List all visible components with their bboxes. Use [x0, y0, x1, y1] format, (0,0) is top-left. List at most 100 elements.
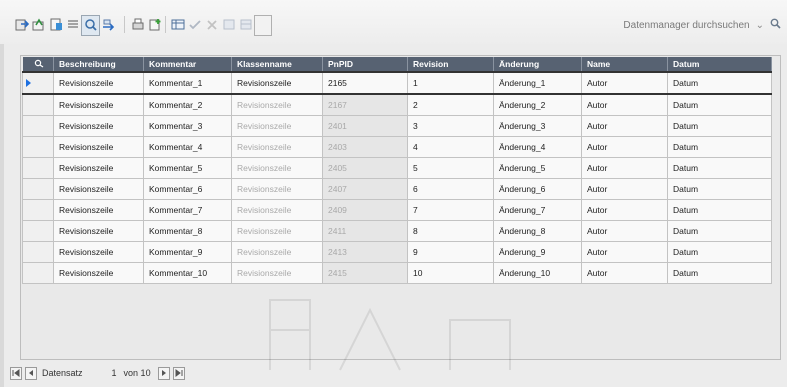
cell-kommentar[interactable]: Kommentar_2 — [143, 93, 232, 116]
cell-aenderung[interactable]: Änderung_10 — [493, 262, 582, 284]
last-record-button[interactable] — [172, 366, 185, 380]
cell-datum[interactable]: Datum — [667, 115, 772, 137]
cell-revision[interactable]: 6 — [407, 178, 494, 200]
cell-kommentar[interactable]: Kommentar_9 — [143, 241, 232, 263]
cell-pnpid[interactable]: 2405 — [322, 157, 408, 179]
cell-aenderung[interactable]: Änderung_8 — [493, 220, 582, 242]
search-input[interactable]: Datenmanager durchsuchen — [623, 20, 749, 31]
cell-datum[interactable]: Datum — [667, 136, 772, 158]
column-header[interactable]: Revision — [407, 57, 494, 72]
cell-kommentar[interactable]: Kommentar_6 — [143, 178, 232, 200]
list-icon[interactable] — [65, 17, 80, 32]
cell-name[interactable]: Autor — [581, 71, 668, 95]
row-selector-header[interactable] — [22, 57, 54, 72]
new-icon[interactable] — [147, 17, 162, 32]
table-row[interactable]: Revisionszeile Kommentar_5 Revisionszeile 2… — [22, 157, 772, 179]
cell-revision[interactable]: 9 — [407, 241, 494, 263]
cell-beschreibung[interactable]: Revisionszeile — [53, 71, 144, 95]
cell-klassenname[interactable]: Revisionszeile — [231, 262, 323, 284]
table-row[interactable]: Revisionszeile Kommentar_4 Revisionszeile 2… — [22, 136, 772, 158]
row-selector[interactable] — [22, 199, 54, 221]
cell-pnpid[interactable]: 2415 — [322, 262, 408, 284]
column-header[interactable]: Klassenname — [231, 57, 323, 72]
cell-revision[interactable]: 2 — [407, 93, 494, 116]
column-header[interactable]: PnPID — [322, 57, 408, 72]
cell-beschreibung[interactable]: Revisionszeile — [53, 199, 144, 221]
table-row[interactable]: Revisionszeile Kommentar_10 Revisionszeile… — [22, 262, 772, 284]
cell-klassenname[interactable]: Revisionszeile — [231, 71, 323, 95]
cell-aenderung[interactable]: Änderung_7 — [493, 199, 582, 221]
column-header[interactable]: Name — [581, 57, 668, 72]
cell-pnpid[interactable]: 2411 — [322, 220, 408, 242]
table-row[interactable]: Revisionszeile Kommentar_3 Revisionszeile 2… — [22, 115, 772, 137]
cell-datum[interactable]: Datum — [667, 220, 772, 242]
column-header[interactable]: Kommentar — [143, 57, 232, 72]
cell-kommentar[interactable]: Kommentar_3 — [143, 115, 232, 137]
cell-datum[interactable]: Datum — [667, 241, 772, 263]
cell-pnpid[interactable]: 2413 — [322, 241, 408, 263]
row-selector[interactable] — [22, 262, 54, 284]
cell-name[interactable]: Autor — [581, 199, 668, 221]
print-icon[interactable] — [130, 17, 145, 32]
cell-aenderung[interactable]: Änderung_6 — [493, 178, 582, 200]
cell-name[interactable]: Autor — [581, 136, 668, 158]
cell-kommentar[interactable]: Kommentar_8 — [143, 220, 232, 242]
check-icon[interactable] — [187, 17, 202, 32]
update-icon[interactable] — [100, 17, 115, 32]
column-header[interactable]: Änderung — [493, 57, 582, 72]
cell-klassenname[interactable]: Revisionszeile — [231, 136, 323, 158]
layout-icon[interactable] — [238, 17, 253, 32]
cell-kommentar[interactable]: Kommentar_5 — [143, 157, 232, 179]
cell-datum[interactable]: Datum — [667, 199, 772, 221]
current-record-field[interactable]: 1 — [112, 368, 117, 378]
cell-beschreibung[interactable]: Revisionszeile — [53, 115, 144, 137]
cell-revision[interactable]: 1 — [407, 71, 494, 95]
cell-name[interactable]: Autor — [581, 178, 668, 200]
search-bar[interactable]: Datenmanager durchsuchen ⌄ — [623, 17, 781, 33]
cell-beschreibung[interactable]: Revisionszeile — [53, 262, 144, 284]
cell-kommentar[interactable]: Kommentar_10 — [143, 262, 232, 284]
table-row[interactable]: Revisionszeile Kommentar_6 Revisionszeile 2… — [22, 178, 772, 200]
cell-name[interactable]: Autor — [581, 220, 668, 242]
previous-record-button[interactable] — [25, 366, 37, 380]
cell-pnpid[interactable]: 2403 — [322, 136, 408, 158]
cell-aenderung[interactable]: Änderung_2 — [493, 93, 582, 116]
table-icon[interactable] — [170, 17, 185, 32]
table-row[interactable]: Revisionszeile Kommentar_7 Revisionszeile 2… — [22, 199, 772, 221]
cell-aenderung[interactable]: Änderung_3 — [493, 115, 582, 137]
cell-datum[interactable]: Datum — [667, 262, 772, 284]
export-icon[interactable] — [31, 17, 46, 32]
cell-aenderung[interactable]: Änderung_4 — [493, 136, 582, 158]
cell-pnpid[interactable]: 2409 — [322, 199, 408, 221]
row-selector[interactable] — [22, 115, 54, 137]
cell-name[interactable]: Autor — [581, 262, 668, 284]
cell-revision[interactable]: 8 — [407, 220, 494, 242]
first-record-button[interactable] — [10, 366, 22, 380]
search-icon[interactable] — [770, 18, 781, 32]
cell-kommentar[interactable]: Kommentar_7 — [143, 199, 232, 221]
cell-klassenname[interactable]: Revisionszeile — [231, 199, 323, 221]
cell-beschreibung[interactable]: Revisionszeile — [53, 157, 144, 179]
cell-revision[interactable]: 7 — [407, 199, 494, 221]
cell-datum[interactable]: Datum — [667, 157, 772, 179]
row-selector[interactable] — [22, 157, 54, 179]
cell-aenderung[interactable]: Änderung_5 — [493, 157, 582, 179]
cell-revision[interactable]: 10 — [407, 262, 494, 284]
column-header[interactable]: Datum — [667, 57, 772, 72]
cell-datum[interactable]: Datum — [667, 93, 772, 116]
cell-revision[interactable]: 3 — [407, 115, 494, 137]
cell-revision[interactable]: 5 — [407, 157, 494, 179]
cell-pnpid[interactable]: 2401 — [322, 115, 408, 137]
cell-klassenname[interactable]: Revisionszeile — [231, 241, 323, 263]
cell-klassenname[interactable]: Revisionszeile — [231, 220, 323, 242]
cell-klassenname[interactable]: Revisionszeile — [231, 115, 323, 137]
cell-pnpid[interactable]: 2165 — [322, 71, 408, 95]
row-selector[interactable] — [22, 178, 54, 200]
row-selector[interactable] — [22, 93, 54, 116]
table-row[interactable]: Revisionszeile Kommentar_9 Revisionszeile 2… — [22, 241, 772, 263]
filter-icon[interactable] — [221, 17, 236, 32]
table-row[interactable]: Revisionszeile Kommentar_8 Revisionszeile 2… — [22, 220, 772, 242]
cell-klassenname[interactable]: Revisionszeile — [231, 178, 323, 200]
next-record-button[interactable] — [157, 366, 170, 380]
cell-beschreibung[interactable]: Revisionszeile — [53, 241, 144, 263]
